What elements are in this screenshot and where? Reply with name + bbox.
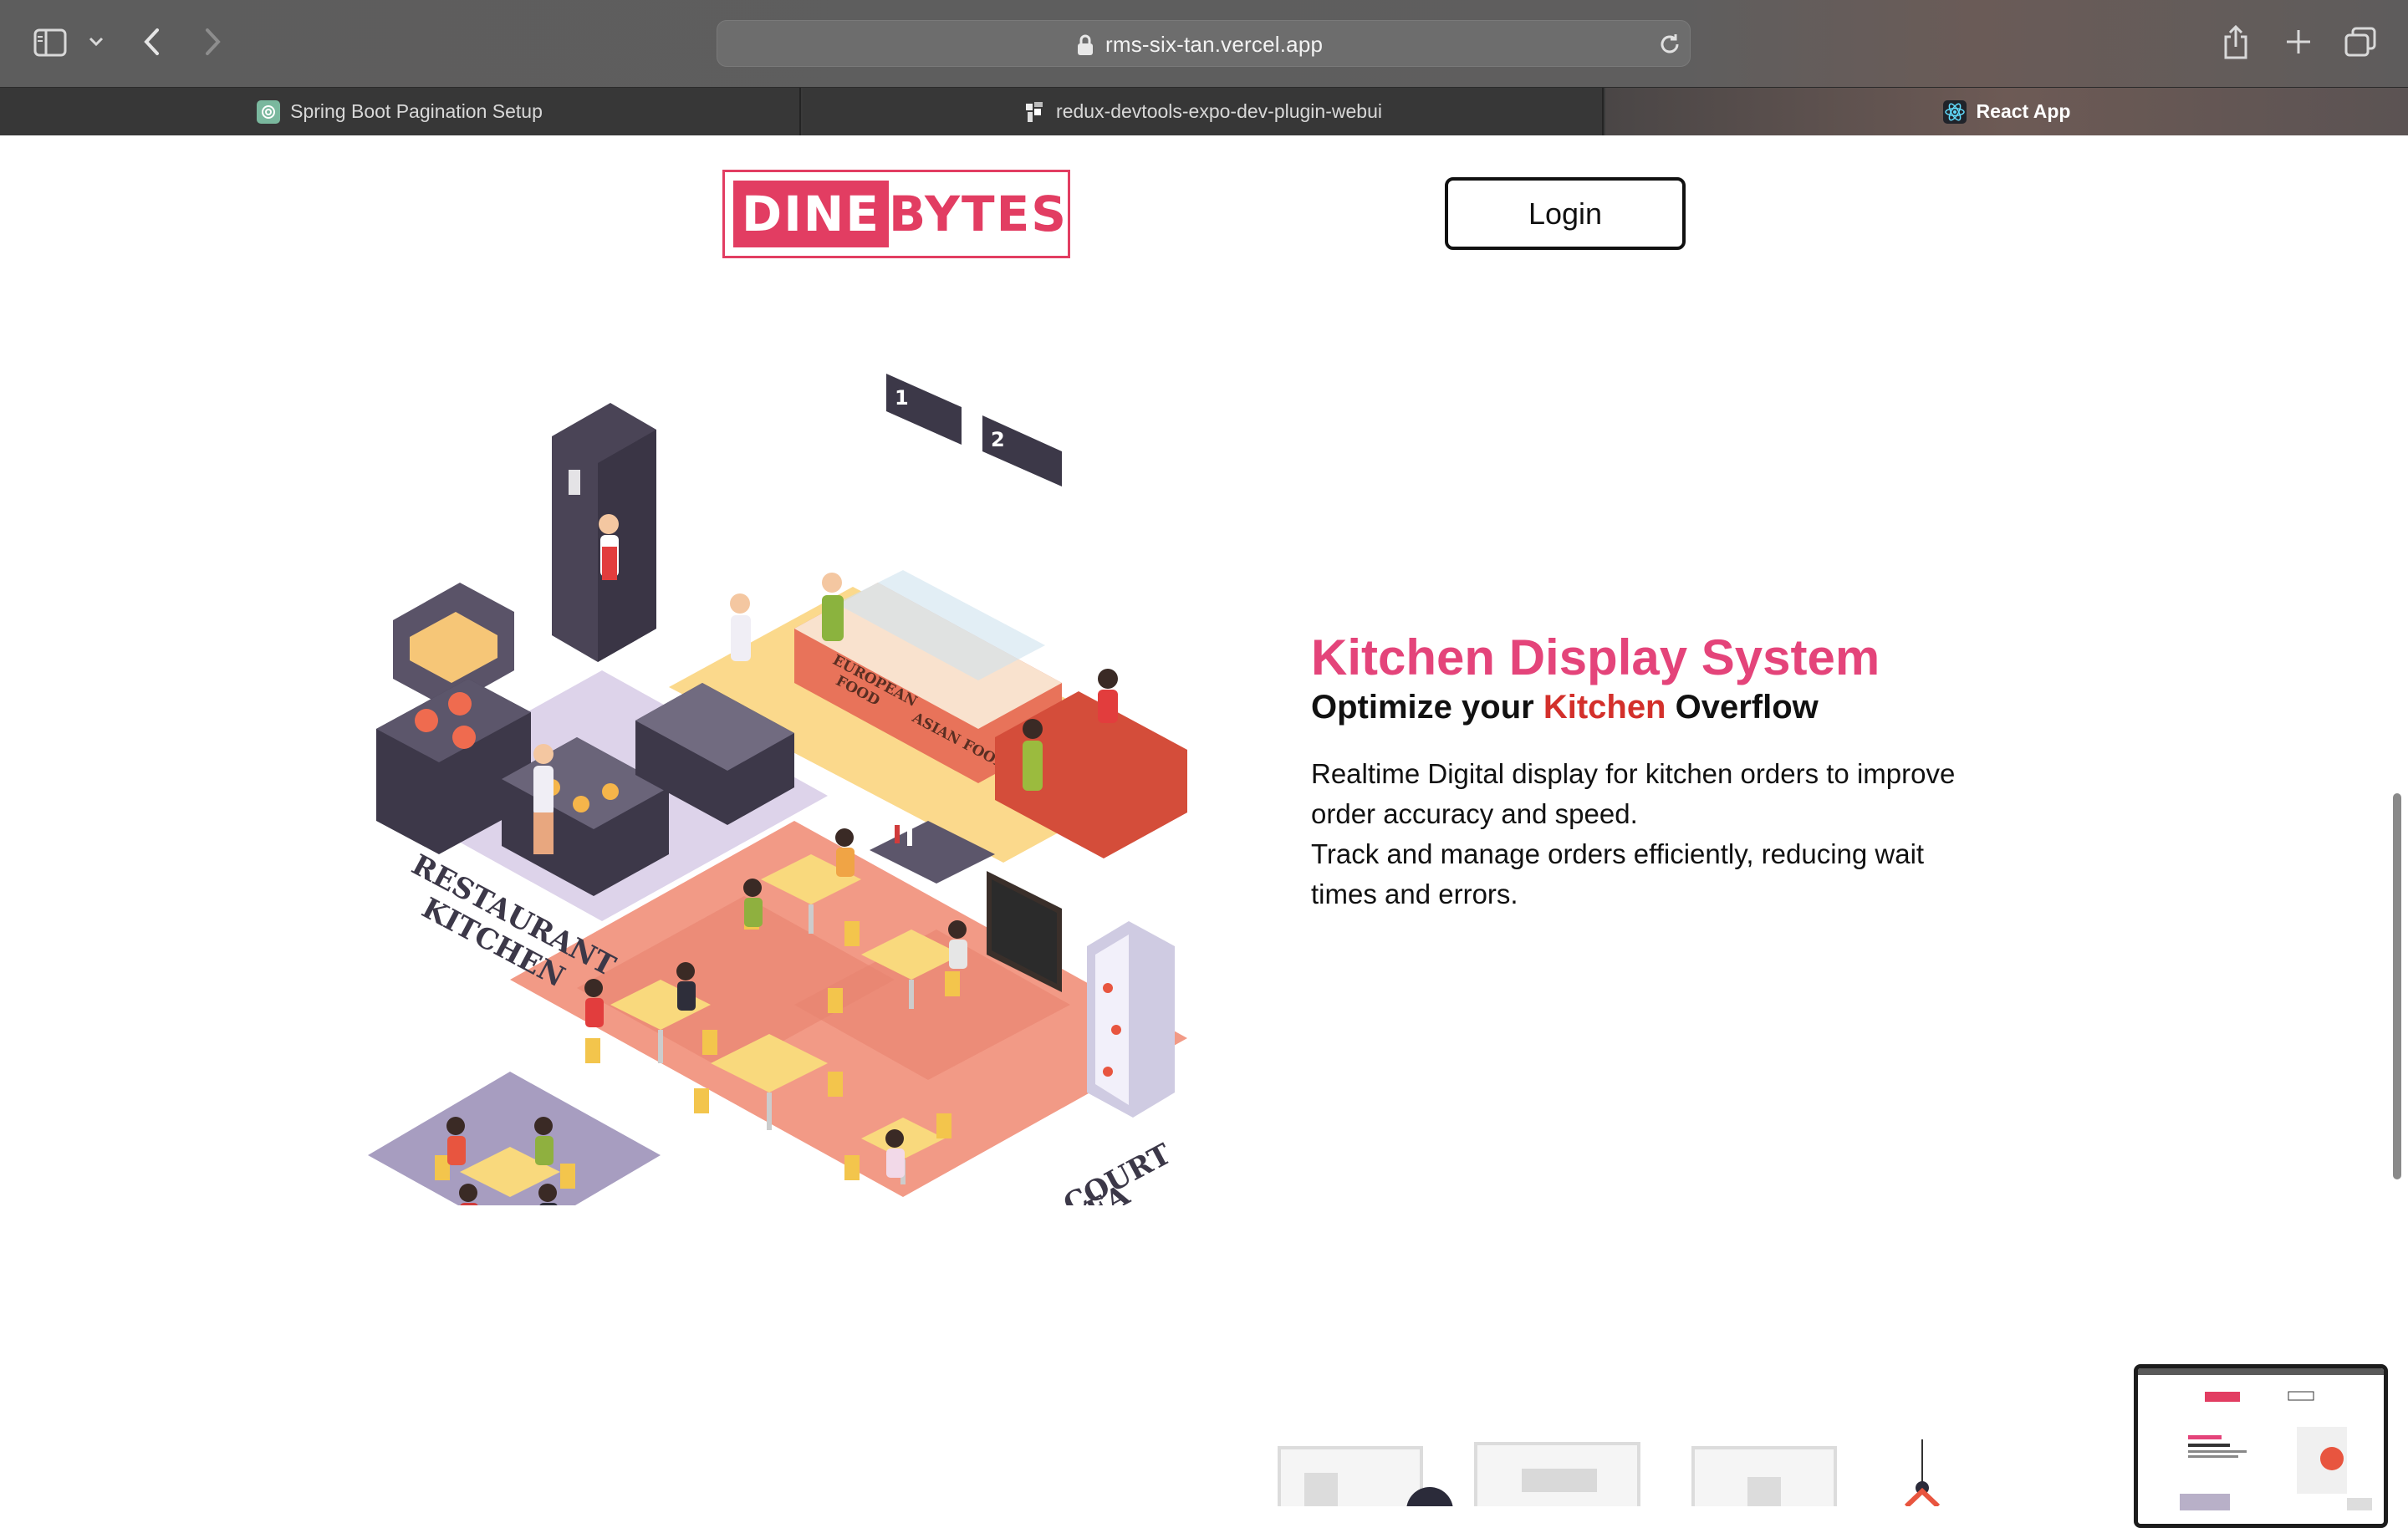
tab-label: Spring Boot Pagination Setup bbox=[290, 100, 543, 122]
dinebytes-logo[interactable]: DINE BYTES bbox=[722, 170, 1070, 258]
tab-label: redux-devtools-expo-dev-plugin-webui bbox=[1056, 100, 1382, 122]
logo-bytes-text: BYTES bbox=[889, 186, 1068, 242]
react-icon bbox=[1942, 99, 1967, 124]
page-scrollbar[interactable] bbox=[2393, 793, 2401, 1179]
address-bar[interactable]: rms-six-tan.vercel.app bbox=[717, 20, 1691, 67]
back-icon[interactable] bbox=[142, 27, 162, 57]
hero-title: Kitchen Display System bbox=[1311, 629, 1880, 686]
description-line-1: Realtime Digital display for kitchen ord… bbox=[1311, 758, 1956, 829]
tab-react-app[interactable]: React App bbox=[1605, 88, 2408, 135]
forward-icon[interactable] bbox=[202, 27, 222, 57]
hero-subtitle: Optimize your Kitchen Overflow bbox=[1311, 689, 1819, 726]
github-icon bbox=[1023, 100, 1046, 124]
next-section-illustration bbox=[1278, 1439, 1941, 1506]
subtitle-suffix: Overflow bbox=[1666, 689, 1819, 726]
tab-redux-devtools[interactable]: redux-devtools-expo-dev-plugin-webui bbox=[803, 88, 1604, 135]
tab-strip: Spring Boot Pagination Setup redux-devto… bbox=[0, 87, 2408, 135]
food-court-label-1: FOOD COURT bbox=[966, 1138, 1176, 1205]
sign-1-label: 1 bbox=[895, 386, 909, 410]
page-preview-thumbnail[interactable] bbox=[2134, 1364, 2388, 1528]
restaurant-illustration: 1 2 EUROPEAN FOOD ASIAN FOOD RESTAURANT … bbox=[368, 374, 1187, 1205]
description-line-2: Track and manage orders efficiently, red… bbox=[1311, 838, 1925, 909]
login-button[interactable]: Login bbox=[1445, 177, 1686, 250]
page-content: DINE BYTES Login 1 2 EUROPEAN FOOD ASIAN… bbox=[0, 135, 2408, 1528]
chatgpt-icon bbox=[257, 99, 281, 124]
tab-label: React App bbox=[1976, 100, 2071, 122]
new-tab-icon[interactable] bbox=[2285, 28, 2312, 55]
subtitle-accent: Kitchen bbox=[1543, 689, 1666, 726]
subtitle-prefix: Optimize your bbox=[1311, 689, 1543, 726]
tab-overview-icon[interactable] bbox=[2344, 27, 2376, 57]
logo-dine-text: DINE bbox=[733, 181, 889, 247]
browser-toolbar: rms-six-tan.vercel.app bbox=[0, 0, 2408, 87]
lock-icon bbox=[1077, 34, 1094, 60]
share-icon[interactable] bbox=[2222, 25, 2249, 60]
sign-2-label: 2 bbox=[991, 428, 1005, 451]
chevron-down-icon[interactable] bbox=[89, 37, 104, 47]
tab-spring-boot[interactable]: Spring Boot Pagination Setup bbox=[0, 88, 801, 135]
url-text: rms-six-tan.vercel.app bbox=[1105, 32, 1324, 57]
reload-icon[interactable] bbox=[1657, 32, 1682, 61]
hero-description: Realtime Digital display for kitchen ord… bbox=[1311, 754, 1980, 914]
sidebar-icon[interactable] bbox=[33, 28, 67, 57]
